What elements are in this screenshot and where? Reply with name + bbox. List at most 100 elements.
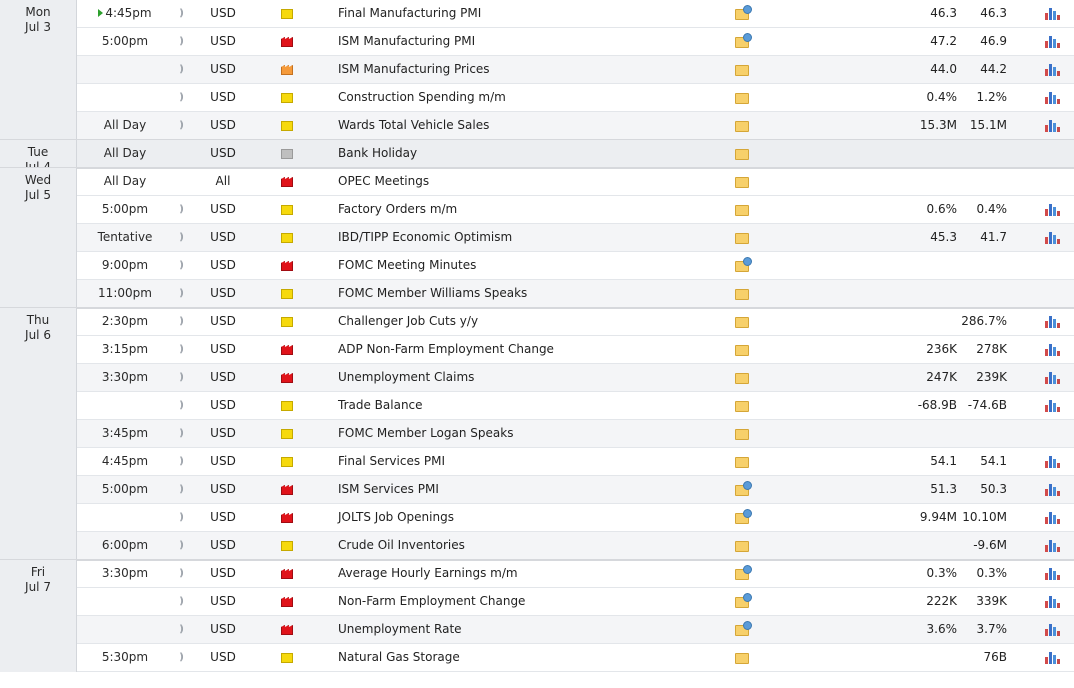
graph-icon[interactable] (1045, 504, 1063, 531)
speaker-icon[interactable]: )) (173, 420, 187, 447)
event-title[interactable]: Factory Orders m/m (338, 196, 718, 223)
speaker-icon[interactable]: )) (173, 56, 187, 83)
event-row[interactable]: 5:00pm)) USD Factory Orders m/m 0.6% 0.4% (77, 196, 1074, 224)
graph-icon[interactable] (1045, 588, 1063, 615)
graph-icon[interactable] (1045, 308, 1063, 335)
event-title[interactable]: ISM Manufacturing PMI (338, 28, 718, 55)
speaker-icon[interactable]: )) (173, 280, 187, 307)
detail-folder-icon[interactable] (735, 364, 751, 391)
speaker-icon[interactable]: )) (173, 504, 187, 531)
event-row[interactable]: )) USD Unemployment Rate 3.6% 3.7% (77, 616, 1074, 644)
impact-folder-icon[interactable] (281, 476, 293, 503)
graph-icon[interactable] (1045, 448, 1063, 475)
speaker-icon[interactable]: )) (173, 588, 187, 615)
event-row[interactable]: 4:45pm)) USD Final Manufacturing PMI 46.3 46… (77, 0, 1074, 28)
speaker-icon[interactable]: )) (173, 0, 187, 27)
detail-folder-icon[interactable] (735, 0, 752, 27)
detail-folder-icon[interactable] (735, 560, 752, 587)
speaker-icon[interactable]: )) (173, 84, 187, 111)
event-row[interactable]: )) USD JOLTS Job Openings 9.94M 10.10M (77, 504, 1074, 532)
graph-icon[interactable] (1045, 28, 1063, 55)
impact-folder-icon[interactable] (281, 336, 293, 363)
impact-folder-icon[interactable] (281, 392, 293, 419)
graph-icon[interactable] (1045, 532, 1063, 559)
impact-folder-icon[interactable] (281, 644, 293, 671)
impact-folder-icon[interactable] (281, 364, 293, 391)
speaker-icon[interactable]: )) (173, 224, 187, 251)
event-row[interactable]: 5:30pm)) USD Natural Gas Storage 76B (77, 644, 1074, 672)
speaker-icon[interactable]: )) (173, 336, 187, 363)
event-title[interactable]: FOMC Meeting Minutes (338, 252, 718, 279)
detail-folder-icon[interactable] (735, 532, 751, 559)
impact-folder-icon[interactable] (281, 448, 293, 475)
event-row[interactable]: 5:00pm)) USD ISM Manufacturing PMI 47.2 46.9 (77, 28, 1074, 56)
impact-folder-icon[interactable] (281, 308, 293, 335)
event-row[interactable]: All Day)) USD Wards Total Vehicle Sales 15.… (77, 112, 1074, 140)
impact-folder-icon[interactable] (281, 588, 293, 615)
impact-folder-icon[interactable] (281, 224, 293, 251)
detail-folder-icon[interactable] (735, 84, 751, 111)
detail-folder-icon[interactable] (735, 392, 751, 419)
impact-folder-icon[interactable] (281, 28, 293, 55)
detail-folder-icon[interactable] (735, 336, 751, 363)
graph-icon[interactable] (1045, 0, 1063, 27)
detail-folder-icon[interactable] (735, 588, 752, 615)
event-row[interactable]: 3:15pm)) USD ADP Non-Farm Employment Chang… (77, 336, 1074, 364)
event-row[interactable]: 11:00pm)) USD FOMC Member Williams Speaks (77, 280, 1074, 308)
detail-folder-icon[interactable] (735, 224, 751, 251)
speaker-icon[interactable]: )) (173, 112, 187, 139)
event-row[interactable]: 3:45pm)) USD FOMC Member Logan Speaks (77, 420, 1074, 448)
event-title[interactable]: Trade Balance (338, 392, 718, 419)
speaker-icon[interactable]: )) (173, 560, 187, 587)
event-title[interactable]: ISM Services PMI (338, 476, 718, 503)
event-title[interactable]: Natural Gas Storage (338, 644, 718, 671)
speaker-icon[interactable]: )) (173, 28, 187, 55)
impact-folder-icon[interactable] (281, 560, 293, 587)
event-title[interactable]: Crude Oil Inventories (338, 532, 718, 559)
detail-folder-icon[interactable] (735, 196, 751, 223)
graph-icon[interactable] (1045, 196, 1063, 223)
graph-icon[interactable] (1045, 112, 1063, 139)
speaker-icon[interactable]: )) (173, 196, 187, 223)
graph-icon[interactable] (1045, 84, 1063, 111)
graph-icon[interactable] (1045, 56, 1063, 83)
speaker-icon[interactable]: )) (173, 392, 187, 419)
event-title[interactable]: Final Services PMI (338, 448, 718, 475)
graph-icon[interactable] (1045, 644, 1063, 671)
speaker-icon[interactable]: )) (173, 532, 187, 559)
speaker-icon[interactable]: )) (173, 448, 187, 475)
impact-folder-icon[interactable] (281, 280, 293, 307)
impact-folder-icon[interactable] (281, 616, 293, 643)
event-title[interactable]: Wards Total Vehicle Sales (338, 112, 718, 139)
impact-folder-icon[interactable] (281, 504, 293, 531)
event-row[interactable]: )) USD Construction Spending m/m 0.4% 1.2% (77, 84, 1074, 112)
event-title[interactable]: Construction Spending m/m (338, 84, 718, 111)
event-title[interactable]: Challenger Job Cuts y/y (338, 308, 718, 335)
event-title[interactable]: FOMC Member Williams Speaks (338, 280, 718, 307)
speaker-icon[interactable]: )) (173, 308, 187, 335)
speaker-icon[interactable]: )) (173, 644, 187, 671)
graph-icon[interactable] (1045, 336, 1063, 363)
impact-folder-icon[interactable] (281, 84, 293, 111)
impact-folder-icon[interactable] (281, 420, 293, 447)
impact-folder-icon[interactable] (281, 0, 293, 27)
event-title[interactable]: ADP Non-Farm Employment Change (338, 336, 718, 363)
event-row[interactable]: 6:00pm)) USD Crude Oil Inventories -9.6M (77, 532, 1074, 560)
detail-folder-icon[interactable] (735, 56, 751, 83)
speaker-icon[interactable]: )) (173, 252, 187, 279)
graph-icon[interactable] (1045, 224, 1063, 251)
detail-folder-icon[interactable] (735, 280, 751, 307)
event-row[interactable]: All Day All OPEC Meetings (77, 168, 1074, 196)
detail-folder-icon[interactable] (735, 644, 751, 671)
event-title[interactable]: FOMC Member Logan Speaks (338, 420, 718, 447)
event-row[interactable]: 3:30pm)) USD Unemployment Claims 247K 239K (77, 364, 1074, 392)
detail-folder-icon[interactable] (735, 504, 752, 531)
event-row[interactable]: 2:30pm)) USD Challenger Job Cuts y/y 286.7% (77, 308, 1074, 336)
event-row[interactable]: 4:45pm)) USD Final Services PMI 54.1 54.1 (77, 448, 1074, 476)
event-title[interactable]: Unemployment Rate (338, 616, 718, 643)
event-title[interactable]: OPEC Meetings (338, 168, 718, 195)
event-title[interactable]: Final Manufacturing PMI (338, 0, 718, 27)
detail-folder-icon[interactable] (735, 112, 751, 139)
impact-folder-icon[interactable] (281, 196, 293, 223)
event-row[interactable]: 3:30pm)) USD Average Hourly Earnings m/m 0.… (77, 560, 1074, 588)
